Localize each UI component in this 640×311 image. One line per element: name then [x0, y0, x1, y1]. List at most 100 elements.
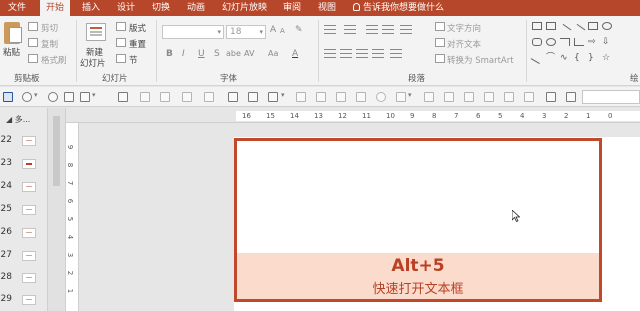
selection-pane-icon[interactable]	[524, 92, 534, 102]
rounded-rect-shape-icon[interactable]	[532, 38, 542, 46]
slideshow-icon[interactable]	[64, 92, 74, 102]
decrease-indent-icon[interactable]	[366, 25, 378, 34]
distribute-vertical-icon[interactable]	[444, 92, 454, 102]
vertical-ruler[interactable]: 9 8 7 6 5 4 3 2 1	[66, 123, 79, 311]
redo-icon[interactable]	[48, 92, 58, 102]
align-top-icon[interactable]	[356, 92, 366, 102]
font-size-input[interactable]: 18 ▾	[226, 25, 266, 39]
grow-font-icon[interactable]: A	[270, 25, 276, 35]
section-icon[interactable]	[116, 54, 126, 63]
reset-icon[interactable]	[116, 38, 126, 47]
underline-button[interactable]: U	[198, 49, 205, 59]
line-spacing-icon[interactable]	[400, 25, 412, 34]
new-slide-icon[interactable]	[86, 23, 106, 41]
merge-shapes-icon[interactable]	[376, 92, 386, 102]
tab-slideshow[interactable]: 幻灯片放映	[222, 0, 267, 16]
rotate-icon[interactable]	[248, 92, 258, 102]
slide-thumbnail[interactable]	[22, 295, 36, 305]
ungroup-icon[interactable]	[160, 92, 170, 102]
numbering-icon[interactable]	[344, 25, 356, 34]
oval-shape-icon[interactable]	[602, 22, 612, 30]
text-direction-button[interactable]: 文字方向	[447, 22, 481, 34]
save-icon[interactable]	[3, 92, 13, 102]
arrow-down-icon[interactable]: ⇩	[602, 38, 612, 47]
chevron-down-icon[interactable]: ▾	[281, 91, 285, 99]
brace-shape-icon[interactable]: }	[588, 54, 598, 63]
layout-button[interactable]: 版式	[129, 22, 146, 34]
section-button[interactable]: 节	[129, 54, 138, 66]
layout-icon[interactable]	[116, 22, 126, 31]
format-painter-icon[interactable]	[118, 92, 128, 102]
shapes-gallery[interactable]: ⇨ ⇩ ⌒ ∿ { } ☆	[530, 20, 634, 68]
format-painter-button[interactable]: 格式刷	[41, 54, 67, 66]
font-color-icon[interactable]: A	[292, 49, 298, 59]
picture-icon[interactable]	[80, 92, 90, 102]
star-shape-icon[interactable]: ☆	[602, 54, 612, 63]
thumbnail-scrollbar[interactable]	[48, 108, 66, 311]
increase-indent-icon[interactable]	[382, 25, 394, 34]
align-center-icon[interactable]	[340, 49, 352, 58]
copy-icon[interactable]	[546, 92, 556, 102]
slide-thumbnail[interactable]	[22, 273, 36, 283]
oval-shape-icon[interactable]	[546, 38, 556, 46]
arrow-right-icon[interactable]: ⇨	[588, 38, 598, 47]
new-slide-label-2[interactable]: 幻灯片	[80, 57, 106, 69]
align-text-button[interactable]: 对齐文本	[447, 38, 481, 50]
justify-icon[interactable]	[372, 49, 384, 58]
italic-button[interactable]: I	[182, 49, 185, 59]
font-name-input[interactable]: ▾	[162, 25, 224, 39]
bullets-icon[interactable]	[324, 25, 336, 34]
slide-thumbnail[interactable]	[22, 136, 36, 146]
smartart-button[interactable]: 转换为 SmartArt	[447, 54, 514, 66]
connector-shape-icon[interactable]	[574, 38, 584, 46]
slide-thumbnail[interactable]	[22, 228, 36, 238]
distribute-horizontal-icon[interactable]	[424, 92, 434, 102]
brace-shape-icon[interactable]: {	[574, 54, 584, 63]
qat-input-field[interactable]	[582, 90, 640, 104]
align-icon[interactable]	[182, 92, 192, 102]
tab-animations[interactable]: 动画	[187, 0, 205, 16]
cut-icon[interactable]	[28, 22, 38, 31]
copy-button[interactable]: 复制	[41, 38, 58, 50]
slide-thumbnail[interactable]	[22, 159, 36, 169]
tab-insert[interactable]: 插入	[82, 0, 100, 16]
cut-button[interactable]: 剪切	[41, 22, 58, 34]
align-right-icon[interactable]	[356, 49, 368, 58]
connector-shape-icon[interactable]	[560, 38, 570, 46]
align-center-icon[interactable]	[316, 92, 326, 102]
line-shape-icon[interactable]	[558, 23, 572, 37]
bold-button[interactable]: B	[166, 49, 173, 59]
rectangle-shape-icon[interactable]	[546, 22, 556, 30]
align-left-icon[interactable]	[296, 92, 306, 102]
reset-button[interactable]: 重置	[129, 38, 146, 50]
char-spacing-button[interactable]: AV	[244, 49, 254, 58]
align-text-icon[interactable]	[435, 38, 445, 47]
tab-file[interactable]: 文件	[8, 0, 26, 16]
triangle-shape-icon[interactable]	[530, 52, 544, 64]
crop-icon[interactable]	[228, 92, 238, 102]
shape-fill-icon[interactable]	[396, 92, 406, 102]
paste-icon[interactable]	[4, 22, 22, 44]
columns-icon[interactable]	[390, 49, 402, 58]
slide-thumbnail-pane[interactable]: ◢ 多... 22 23 24 25 26 27 28 29	[0, 108, 48, 311]
tell-me-box[interactable]: 告诉我你想要做什么	[353, 0, 444, 16]
strikethrough-button[interactable]: abe	[226, 49, 241, 58]
slide-thumbnail[interactable]	[22, 205, 36, 215]
shrink-font-icon[interactable]: A	[280, 27, 285, 35]
tab-design[interactable]: 设计	[117, 0, 135, 16]
clear-format-icon[interactable]: ✎	[295, 25, 303, 35]
tab-view[interactable]: 视图	[318, 0, 336, 16]
chevron-down-icon[interactable]: ▾	[34, 91, 38, 99]
rectangle-shape-icon[interactable]	[532, 22, 542, 30]
freeform-shape-icon[interactable]: ∿	[560, 54, 570, 63]
distribute-icon[interactable]	[204, 92, 214, 102]
align-left-icon[interactable]	[324, 49, 336, 58]
undo-icon[interactable]	[22, 92, 32, 102]
arrow-shape-icon[interactable]	[572, 23, 586, 37]
arrange-icon[interactable]	[268, 92, 278, 102]
tab-home[interactable]: 开始	[40, 0, 71, 16]
tab-transitions[interactable]: 切换	[152, 0, 170, 16]
shadow-button[interactable]: S	[214, 49, 220, 59]
text-direction-icon[interactable]	[435, 22, 445, 31]
chevron-down-icon[interactable]: ▾	[408, 91, 412, 99]
